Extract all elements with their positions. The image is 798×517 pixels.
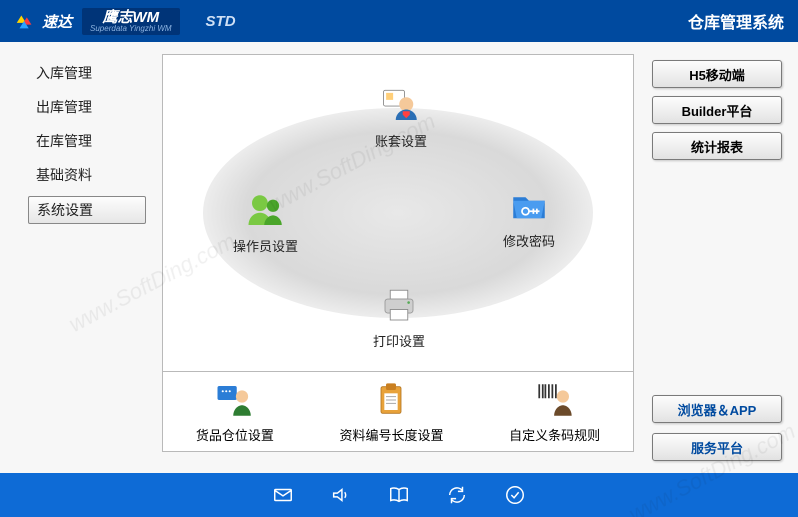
settings-panel: 账套设置 操作员设置	[162, 54, 634, 372]
sub-brand-en: Superdata Yingzhi WM	[90, 25, 172, 33]
sub-brand-text: 鹰志WM	[102, 10, 159, 25]
panel-item-account-settings[interactable]: 账套设置	[375, 85, 427, 150]
book-icon[interactable]	[388, 484, 410, 506]
sidebar-item-outbound[interactable]: 出库管理	[28, 94, 146, 120]
h5-mobile-button[interactable]: H5移动端	[652, 60, 782, 88]
panel-item-label: 账套设置	[375, 131, 427, 150]
builder-platform-button[interactable]: Builder平台	[652, 96, 782, 124]
browser-app-button[interactable]: 浏览器＆APP	[652, 395, 782, 423]
bottom-item-label: 自定义条码规则	[509, 425, 600, 444]
sidebar-item-inbound[interactable]: 入库管理	[28, 60, 146, 86]
folder-key-icon	[508, 185, 550, 227]
bottom-item-code-length[interactable]: 资料编号长度设置	[339, 379, 443, 444]
sidebar: 入库管理 出库管理 在库管理 基础资料 系统设置	[0, 42, 162, 473]
panel-item-operator-settings[interactable]: 操作员设置	[233, 190, 298, 255]
barcode-person-icon	[534, 379, 576, 421]
sound-icon[interactable]	[330, 484, 352, 506]
panel-item-label: 操作员设置	[233, 236, 298, 255]
std-label: STD	[206, 13, 236, 30]
service-platform-button[interactable]: 服务平台	[652, 433, 782, 461]
clipboard-icon	[370, 379, 412, 421]
bottom-item-label: 货品仓位设置	[196, 425, 274, 444]
right-column: H5移动端 Builder平台 统计报表 浏览器＆APP 服务平台	[642, 42, 798, 473]
page-title: 仓库管理系统	[688, 9, 784, 33]
panel-item-label: 打印设置	[373, 331, 425, 350]
bottom-item-goods-bin[interactable]: 货品仓位设置	[196, 379, 274, 444]
sub-brand-box: 鹰志WM Superdata Yingzhi WM	[82, 8, 180, 35]
check-circle-icon[interactable]	[504, 484, 526, 506]
bottom-strip: 货品仓位设置 资料编号长度设置	[162, 372, 634, 452]
people-icon	[245, 190, 287, 232]
bin-person-icon	[214, 379, 256, 421]
brand-text: 速达	[42, 11, 72, 32]
panel-item-print-settings[interactable]: 打印设置	[373, 285, 425, 350]
footer-bar	[0, 473, 798, 517]
sidebar-item-instock[interactable]: 在库管理	[28, 128, 146, 154]
header-bar: 速达 鹰志WM Superdata Yingzhi WM STD 仓库管理系统	[0, 0, 798, 42]
stats-report-button[interactable]: 统计报表	[652, 132, 782, 160]
bottom-item-label: 资料编号长度设置	[339, 425, 443, 444]
logo-icon	[14, 10, 36, 32]
person-badge-icon	[380, 85, 422, 127]
sidebar-item-basedata[interactable]: 基础资料	[28, 162, 146, 188]
panel-item-label: 修改密码	[503, 231, 555, 250]
content-area: 入库管理 出库管理 在库管理 基础资料 系统设置 账套设置	[0, 42, 798, 473]
logo-block: 速达 鹰志WM Superdata Yingzhi WM STD	[14, 8, 236, 35]
printer-icon	[378, 285, 420, 327]
panel-item-change-password[interactable]: 修改密码	[503, 185, 555, 250]
refresh-icon[interactable]	[446, 484, 468, 506]
bottom-item-barcode-rule[interactable]: 自定义条码规则	[509, 379, 600, 444]
main-area: 账套设置 操作员设置	[162, 42, 642, 473]
mail-icon[interactable]	[272, 484, 294, 506]
sidebar-item-system-settings[interactable]: 系统设置	[28, 196, 146, 224]
